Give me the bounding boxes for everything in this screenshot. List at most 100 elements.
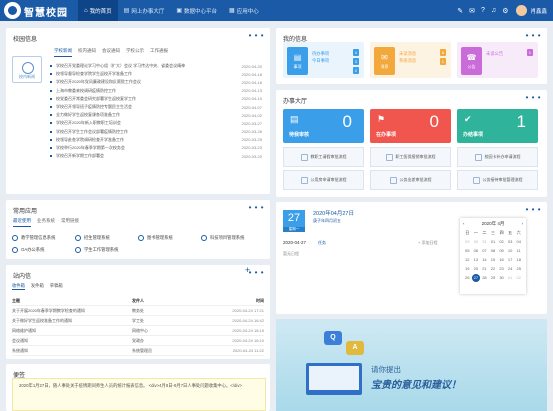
calendar-day[interactable]: 18: [514, 256, 523, 264]
calendar-day[interactable]: 27: [471, 274, 481, 282]
mail-row[interactable]: 关于做好学生返校准备工作的通知 学工处 2020-04-24 16:42: [12, 316, 264, 326]
info-card-notices[interactable]: ☎ 公告 未读公告 1: [457, 42, 538, 78]
calendar-day[interactable]: 29: [489, 274, 498, 282]
app-item[interactable]: 科技项目管理系统: [201, 232, 264, 244]
news-item[interactable]: 校党委召开常委会研究部署学生返校复学工作 2020-04-10: [50, 95, 262, 103]
my-info-more[interactable]: • • •: [526, 31, 541, 40]
mail-more[interactable]: • • •: [249, 268, 264, 277]
tab-recent[interactable]: 最近使用: [13, 218, 31, 227]
news-item[interactable]: 学校召开党委理论学习中心组（扩大）会议 学习传达中央、省委会议精神 2020-04…: [50, 62, 262, 70]
app-item[interactable]: OA办公系统: [12, 244, 75, 256]
tab-meetings[interactable]: 会议通知: [102, 48, 120, 57]
info-card-messages[interactable]: ✉ 消息 未读消息 系统消息 6 1: [370, 42, 451, 78]
nav-app-center[interactable]: ▦ 应用中心: [223, 0, 265, 21]
bell-icon[interactable]: ♫: [491, 7, 496, 14]
nav-service-hall[interactable]: ▤ 网上办事大厅: [118, 0, 171, 21]
calendar-day[interactable]: 30: [497, 274, 506, 282]
calendar-day[interactable]: 09: [497, 247, 506, 255]
edit-icon[interactable]: ✎: [457, 7, 463, 15]
inbox-tab[interactable]: 收件箱: [12, 283, 25, 290]
service-hall-more[interactable]: • • •: [526, 93, 541, 102]
service-item[interactable]: 校园卡补办申请流程: [457, 147, 538, 167]
stat-in-progress[interactable]: ⚑ 在办事项 0: [370, 109, 451, 143]
calendar-day[interactable]: 01: [506, 274, 515, 282]
calendar-day[interactable]: 17: [506, 256, 515, 264]
sent-tab[interactable]: 发件箱: [31, 283, 44, 290]
calendar-day[interactable]: 10: [506, 247, 515, 255]
next-month-button[interactable]: ›: [521, 221, 523, 229]
schedule-more[interactable]: • • •: [526, 205, 541, 214]
calendar-day[interactable]: 01: [489, 238, 498, 246]
news-item[interactable]: 学校召开2020年党风廉政建设和反腐败工作会议 2020-04-16: [50, 78, 262, 86]
calendar-day[interactable]: 23: [497, 265, 506, 273]
service-item[interactable]: 公务出差审批流程: [370, 170, 451, 190]
calendar-day[interactable]: 12: [463, 256, 472, 264]
avatar[interactable]: [516, 5, 528, 16]
news-item[interactable]: 学校召开2020年新入职教职工培训会 2020-03-27: [50, 119, 262, 127]
mail-row[interactable]: 网络维护通知 网络中心 2020-04-24 16:15: [12, 326, 264, 336]
calendar-day[interactable]: 28: [480, 274, 489, 282]
calendar-day[interactable]: 02: [497, 238, 506, 246]
drafts-tab[interactable]: 草稿箱: [50, 283, 63, 290]
stat-pending[interactable]: ▤ 待我审核 0: [283, 109, 364, 143]
app-item[interactable]: 教学管理信息系统: [12, 232, 75, 244]
app-item[interactable]: 图书管理系统: [138, 232, 201, 244]
calendar-month[interactable]: 2020年 4月: [482, 221, 505, 229]
campus-news-icon[interactable]: 校内新闻: [12, 56, 42, 83]
mail-row[interactable]: 系统通知 系统管理员 2020-04-24 11:22: [12, 346, 264, 356]
info-card-tasks[interactable]: ▤ 事项 待办事项 今日事项 4 3 2: [283, 42, 364, 78]
calendar-day[interactable]: 25: [514, 265, 523, 273]
news-item[interactable]: 学校召开领导班子疫情防控专题民主生活会 2020-04-07: [50, 103, 262, 111]
app-item[interactable]: 招生管理系统: [75, 232, 138, 244]
calendar-day[interactable]: 07: [480, 247, 489, 255]
news-item[interactable]: 学校召开学生工作会议部署疫情防控工作 2020-03-26: [50, 128, 262, 136]
tab-school-news[interactable]: 学校新闻: [54, 48, 72, 57]
message-icon[interactable]: ✉: [469, 7, 475, 15]
stat-completed[interactable]: ✔ 办结事项 1: [457, 109, 538, 143]
tab-notices[interactable]: 校内通知: [78, 48, 96, 57]
compose-button[interactable]: +: [245, 265, 250, 275]
nav-data-center[interactable]: ▣ 数据中心平台: [170, 0, 223, 21]
calendar-day[interactable]: 29: [463, 238, 472, 246]
app-item[interactable]: 学生工作管理系统: [75, 244, 138, 256]
calendar-day[interactable]: 31: [480, 238, 489, 246]
nav-home[interactable]: ⌂ 我的首页: [78, 0, 118, 21]
calendar-day[interactable]: 05: [463, 247, 472, 255]
calendar-day[interactable]: 21: [480, 265, 489, 273]
calendar-day[interactable]: 26: [463, 274, 472, 282]
note-text[interactable]: 2020年1月27日，随人事处关于疫情期间师生人员的统计报表信息。 <div>4…: [12, 378, 266, 411]
calendar-day[interactable]: 04: [514, 238, 523, 246]
news-item[interactable]: 校领导赴各学院调研检查开学准备工作 2020-03-25: [50, 136, 262, 144]
mail-row[interactable]: 会议通知 党政办 2020-04-24 16:10: [12, 336, 264, 346]
calendar-day[interactable]: 16: [497, 256, 506, 264]
calendar-day[interactable]: 15: [489, 256, 498, 264]
service-item[interactable]: 职工医保报销审批流程: [370, 147, 451, 167]
gear-icon[interactable]: ⚙: [502, 7, 508, 15]
news-item[interactable]: 上海市教委来校调研疫情防控工作 2020-04-13: [50, 87, 262, 95]
service-item[interactable]: 教职工请假审批流程: [283, 147, 364, 167]
common-apps-more[interactable]: • • •: [249, 203, 264, 212]
service-item[interactable]: 公务接待审批管理流程: [457, 170, 538, 190]
calendar-day[interactable]: 24: [506, 265, 515, 273]
help-icon[interactable]: ?: [481, 7, 485, 14]
calendar-day[interactable]: 19: [463, 265, 472, 273]
calendar-day[interactable]: 13: [472, 256, 481, 264]
calendar-day[interactable]: 02: [514, 274, 523, 282]
news-item[interactable]: 学校召开新学期工作部署会 2020-03-20: [50, 152, 262, 160]
mail-row[interactable]: 关于开展2020年春季学期教学检查的通知 教务处 2020-04-24 17:21: [12, 306, 264, 316]
tab-business[interactable]: 业务系统: [37, 218, 55, 227]
calendar-day[interactable]: 30: [472, 238, 481, 246]
feedback-banner[interactable]: Q A 请你提出 宝贵的意见和建议！: [276, 319, 547, 411]
tab-links[interactable]: 常用链接: [61, 218, 79, 227]
campus-info-more[interactable]: • • •: [249, 31, 264, 40]
calendar-day[interactable]: 11: [514, 247, 523, 255]
tab-public[interactable]: 学校公示: [126, 48, 144, 57]
add-schedule-button[interactable]: + 添加日程: [418, 240, 437, 246]
user-name[interactable]: 肖鑫鑫: [530, 7, 547, 15]
calendar-day[interactable]: 08: [489, 247, 498, 255]
news-item[interactable]: 校领导督导检查学院学生返校开学准备工作 2020-04-18: [50, 70, 262, 78]
calendar-day[interactable]: 06: [472, 247, 481, 255]
calendar-day[interactable]: 20: [472, 265, 481, 273]
calendar-day[interactable]: 22: [489, 265, 498, 273]
service-item[interactable]: 公用房申请审批流程: [283, 170, 364, 190]
